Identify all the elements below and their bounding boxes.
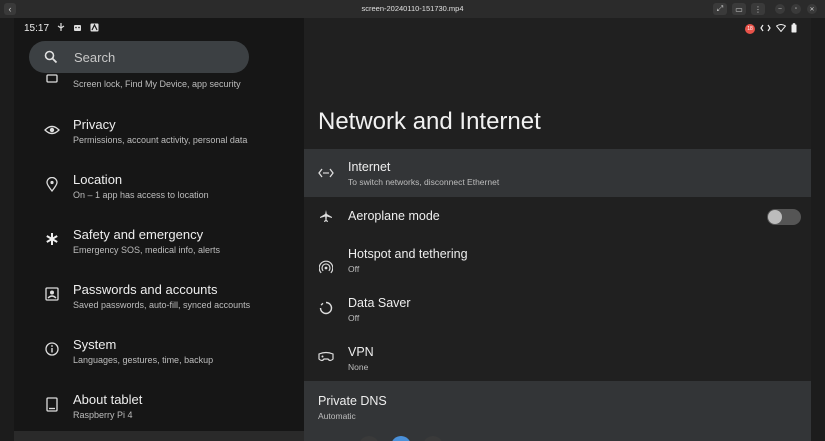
row-title: Hotspot and tethering [348, 247, 468, 261]
data-saver-icon [318, 300, 334, 316]
wifi-icon [775, 24, 787, 34]
sidebar-item-title: About tablet [73, 392, 143, 407]
window-titlebar: ‹ screen-20240110-151730.mp4 ⤢ ▭ ⋮ – ▫ ✕ [0, 0, 825, 18]
status-bar-right: 18 [745, 23, 797, 35]
navigation-bar [14, 431, 304, 441]
sidebar-item-title: Safety and emergency [73, 227, 204, 242]
hotspot-row[interactable]: Hotspot and tethering Off [304, 247, 811, 295]
battery-icon [791, 23, 797, 35]
row-title: Internet [348, 160, 391, 174]
window-title: screen-20240110-151730.mp4 [361, 4, 464, 13]
sidebar-item-subtitle: Saved passwords, auto-fill, synced accou… [73, 300, 251, 310]
row-title: Aeroplane mode [348, 209, 440, 223]
notification-count-badge: 18 [745, 24, 755, 34]
row-title: Private DNS [318, 394, 387, 408]
network-settings-pane: 18 Network and Internet Internet To swit… [304, 18, 811, 441]
search-placeholder: Search [74, 49, 116, 65]
sidebar-item-security[interactable]: Screen lock, Find My Device, app securit… [14, 74, 304, 94]
maximize-button[interactable]: ▫ [791, 4, 801, 14]
settings-sidebar: 15:17 Search Screen lock, Find My Device… [14, 18, 304, 441]
security-icon [44, 68, 60, 84]
ethernet-icon [318, 165, 334, 181]
status-bar-left: 15:17 [24, 23, 99, 34]
app-notification-icon [90, 23, 99, 34]
asterisk-icon [44, 231, 60, 247]
data-saver-row[interactable]: Data Saver Off [304, 296, 811, 344]
sidebar-item-subtitle: Screen lock, Find My Device, app securit… [73, 79, 241, 89]
sidebar-item-privacy[interactable]: Privacy Permissions, account activity, p… [14, 117, 304, 167]
status-time: 15:17 [24, 23, 50, 34]
aeroplane-mode-toggle[interactable] [767, 209, 801, 225]
row-title: Data Saver [348, 296, 411, 310]
close-button[interactable]: ✕ [807, 4, 817, 14]
row-subtitle: None [348, 362, 369, 372]
sidebar-item-subtitle: Languages, gestures, time, backup [73, 355, 214, 365]
toggle-knob [768, 210, 782, 224]
sidebar-item-title: Privacy [73, 117, 116, 132]
taskbar-icons [359, 436, 443, 441]
usb-icon [57, 23, 65, 34]
privacy-eye-icon [44, 122, 60, 138]
sidebar-item-title: System [73, 337, 117, 352]
sidebar-item-title: Passwords and accounts [73, 282, 218, 297]
fullscreen-button[interactable]: ⤢ [713, 3, 727, 15]
hotspot-icon [318, 259, 334, 275]
sidebar-item-subtitle: Permissions, account activity, personal … [73, 135, 248, 145]
taskbar-icon[interactable] [359, 436, 379, 441]
more-menu-button[interactable]: ⋮ [751, 3, 765, 15]
sidebar-item-subtitle: On – 1 app has access to location [73, 190, 209, 200]
sidebar-item-subtitle: Raspberry Pi 4 [73, 410, 133, 420]
location-pin-icon [44, 176, 60, 192]
sidebar-item-passwords[interactable]: Passwords and accounts Saved passwords, … [14, 282, 304, 332]
android-screen: 15:17 Search Screen lock, Find My Device… [14, 18, 811, 441]
internet-row[interactable]: Internet To switch networks, disconnect … [304, 149, 811, 197]
taskbar-icon-active[interactable] [391, 436, 411, 441]
sidebar-item-subtitle: Emergency SOS, medical info, alerts [73, 245, 221, 255]
tablet-icon [44, 396, 60, 412]
row-subtitle: Off [348, 313, 360, 323]
row-subtitle: Off [348, 264, 360, 274]
ethernet-status-icon [760, 24, 771, 34]
sidebar-item-system[interactable]: System Languages, gestures, time, backup [14, 337, 304, 387]
info-icon [44, 341, 60, 357]
taskbar-icon[interactable] [423, 436, 443, 441]
sidebar-item-location[interactable]: Location On – 1 app has access to locati… [14, 172, 304, 222]
account-box-icon [44, 286, 60, 302]
sidebar-item-safety[interactable]: Safety and emergency Emergency SOS, medi… [14, 227, 304, 277]
airplane-icon [318, 208, 334, 224]
minimize-button[interactable]: – [775, 4, 785, 14]
vpn-key-icon [318, 349, 334, 365]
caption-button[interactable]: ▭ [732, 3, 746, 15]
sidebar-item-title: Location [73, 172, 123, 187]
aeroplane-mode-row[interactable]: Aeroplane mode [304, 199, 811, 247]
search-icon [44, 50, 58, 64]
android-debug-icon [73, 23, 82, 34]
row-subtitle: Automatic [318, 411, 356, 421]
search-bar[interactable]: Search [29, 41, 249, 73]
private-dns-row[interactable]: Private DNS Automatic [304, 381, 811, 441]
row-title: VPN [348, 345, 374, 359]
page-title: Network and Internet [318, 108, 541, 135]
row-subtitle: To switch networks, disconnect Ethernet [348, 177, 500, 187]
